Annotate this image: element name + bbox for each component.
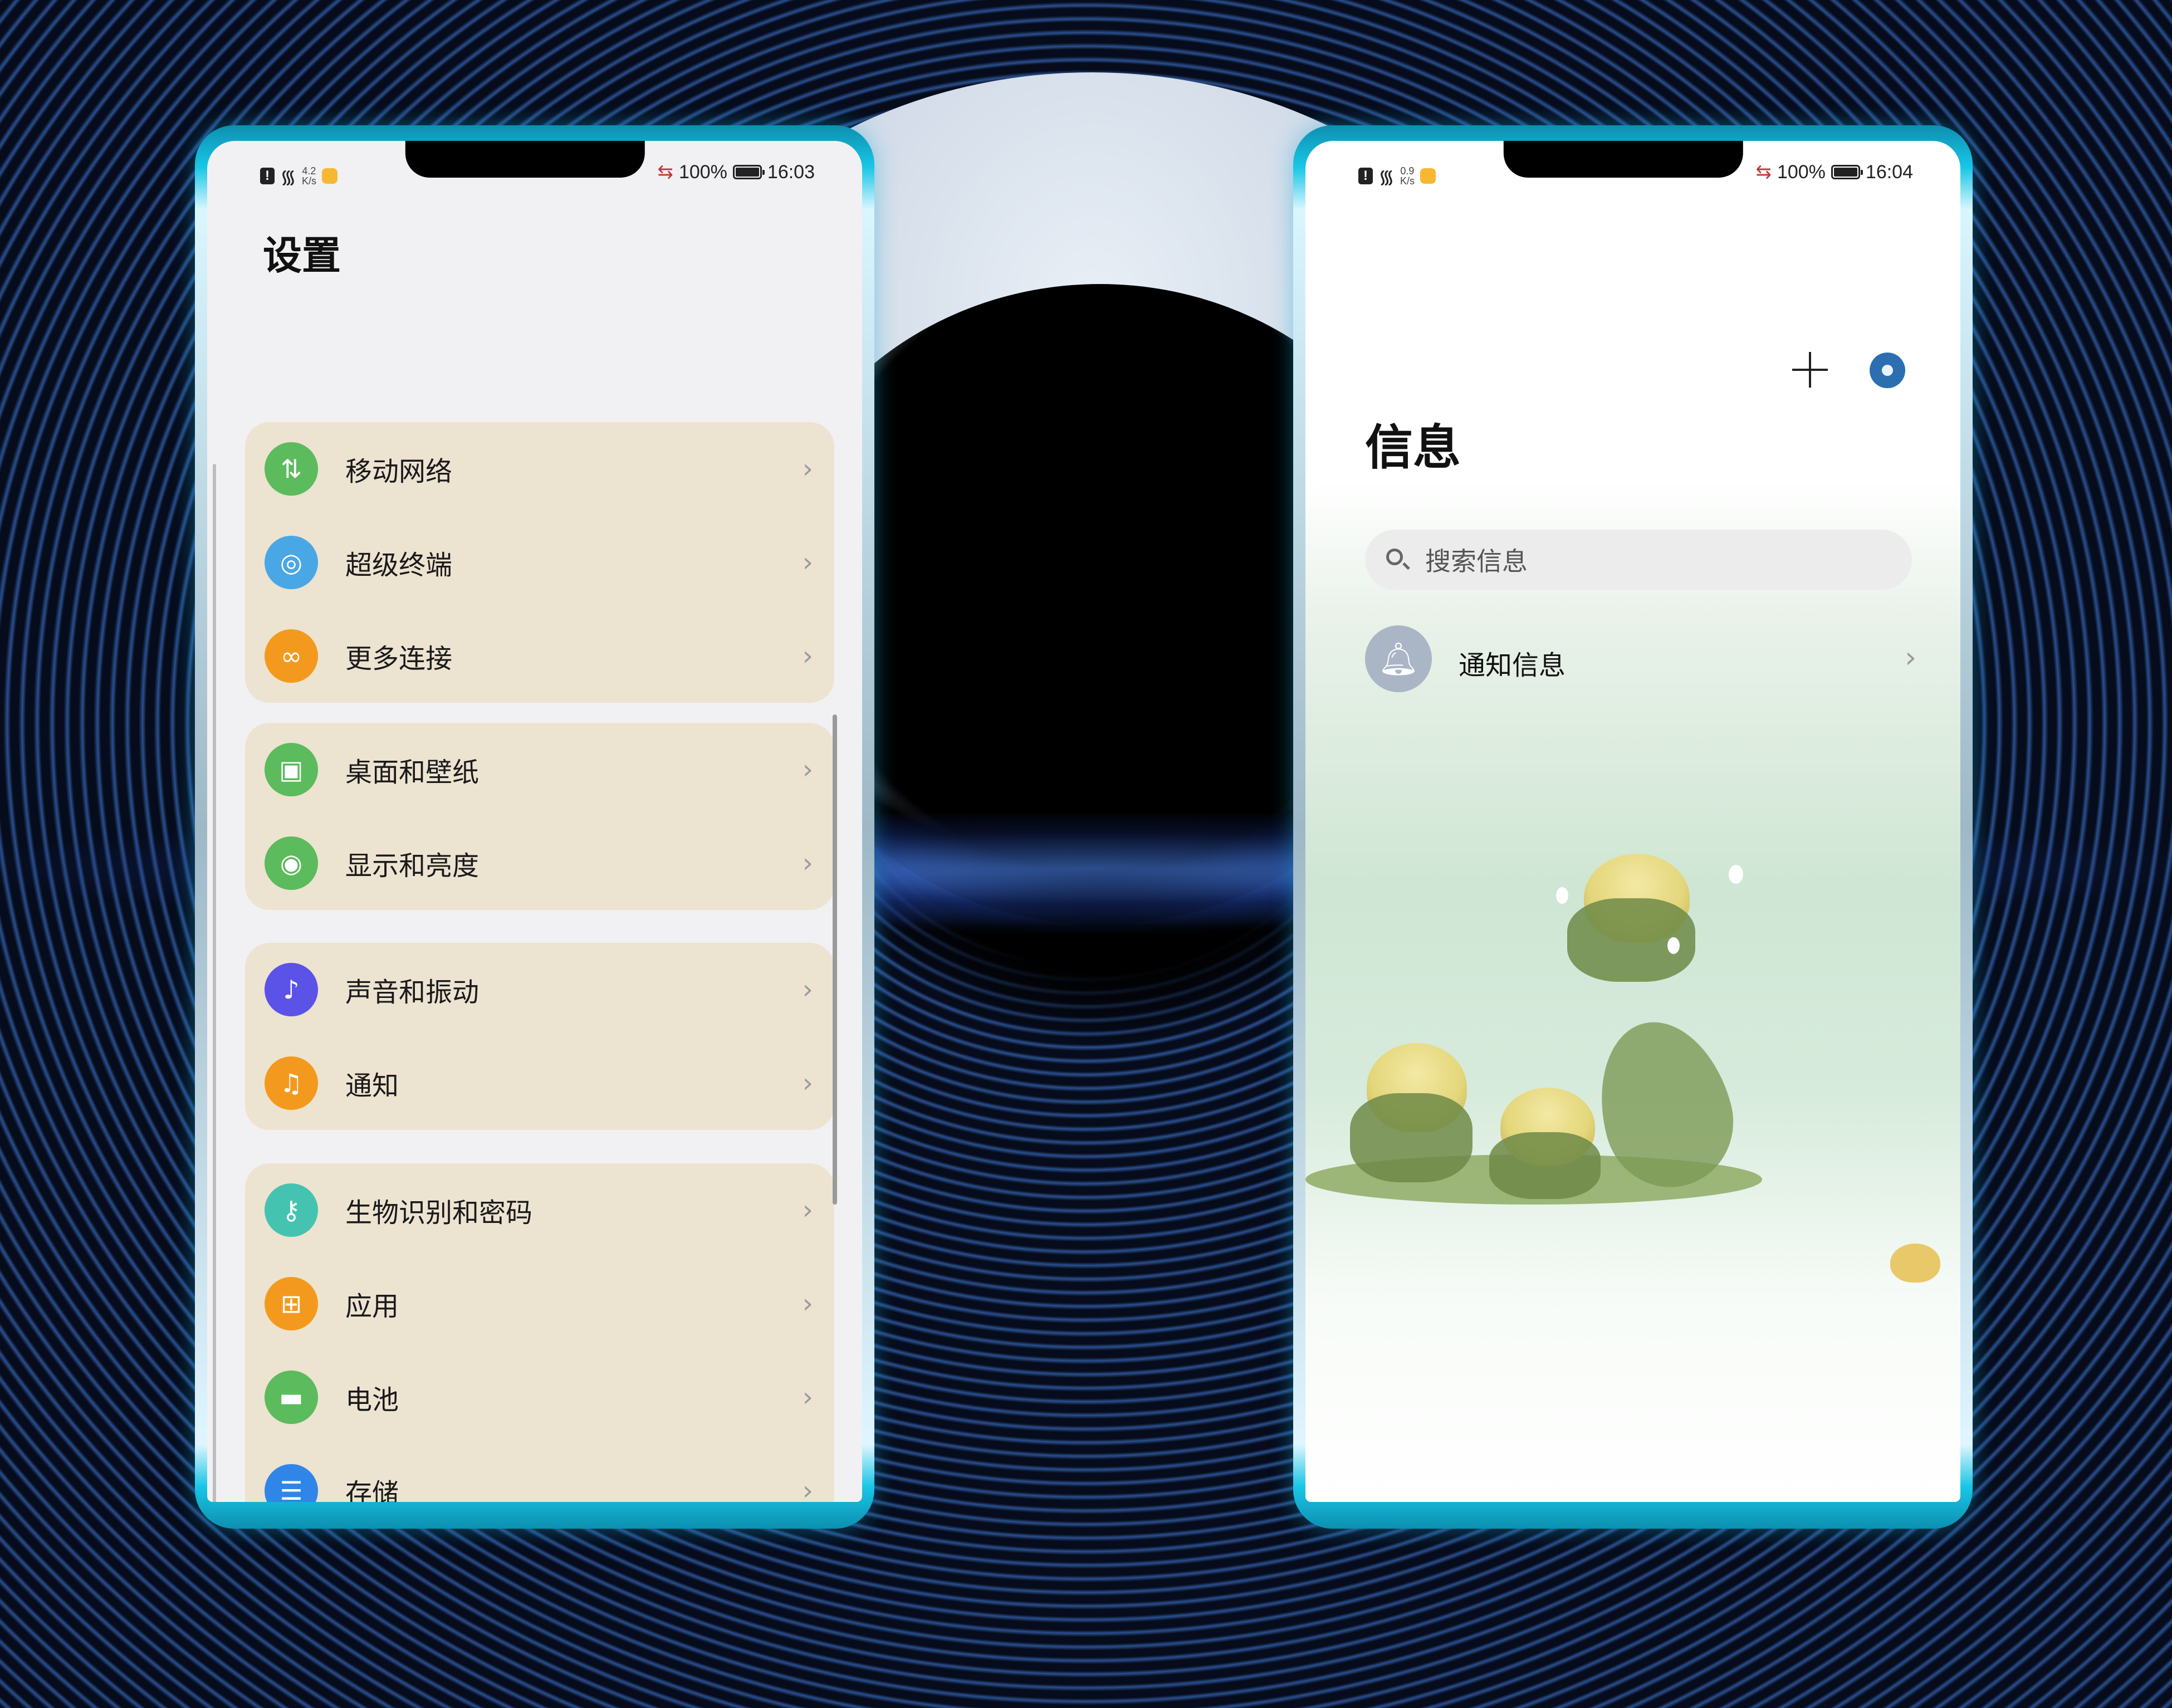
battery-icon: ▬ (265, 1371, 318, 1424)
chevron-right-icon: › (802, 640, 813, 672)
settings-item-storage[interactable]: ☰ 存储 › (245, 1444, 834, 1502)
new-message-plus-icon[interactable] (1790, 350, 1830, 390)
alert-icon: ! (260, 168, 275, 184)
settings-item-apps[interactable]: ⊞ 应用 › (245, 1257, 834, 1350)
network-speed: 0.9 K/s (1400, 165, 1415, 187)
eye-icon: ◉ (265, 836, 318, 890)
search-input[interactable]: 搜索信息 (1365, 530, 1912, 590)
wifi-icon: ᯾ (1378, 167, 1395, 188)
settings-item-label: 存储 (345, 1478, 399, 1502)
settings-gear-icon[interactable] (1870, 353, 1905, 388)
settings-group-connectivity: ⇅ 移动网络 › ◎ 超级终端 › ∞ 更多连接 › (245, 422, 834, 703)
mobile-network-icon: ⇅ (265, 442, 318, 496)
settings-item-label: 更多连接 (345, 643, 453, 674)
settings-group-display: ▣ 桌面和壁纸 › ◉ 显示和亮度 › (245, 723, 834, 910)
notification-label: 通知信息 (1459, 650, 1566, 681)
settings-item-sound[interactable]: ♪ 声音和振动 › (245, 943, 834, 1036)
battery-percent: 100% (678, 161, 727, 183)
data-transfer-icon: ⇆ (1755, 161, 1772, 183)
settings-item-more-connections[interactable]: ∞ 更多连接 › (245, 609, 834, 703)
settings-item-label: 应用 (345, 1291, 399, 1322)
search-placeholder: 搜索信息 (1425, 546, 1528, 576)
super-device-icon: ◎ (265, 536, 318, 589)
search-icon (1386, 549, 1403, 565)
storage-icon: ☰ (265, 1464, 318, 1502)
notification-messages-item[interactable]: 🔔︎ 通知信息 › (1365, 625, 1916, 698)
settings-screen: ! ᯾ 4.2 K/s ⇆ 100% 16:03 设置 ⇅ 移动网络 › ◎ 超… (207, 141, 862, 1502)
data-transfer-icon: ⇆ (657, 161, 673, 183)
settings-item-label: 桌面和壁纸 (345, 757, 480, 788)
left-phone-settings: ! ᯾ 4.2 K/s ⇆ 100% 16:03 设置 ⇅ 移动网络 › ◎ 超… (195, 125, 874, 1529)
settings-item-label: 生物识别和密码 (345, 1197, 533, 1229)
settings-item-label: 通知 (345, 1070, 399, 1102)
settings-item-label: 电池 (345, 1384, 399, 1416)
bell-icon: 🔔︎ (1365, 625, 1432, 692)
settings-group-sound: ♪ 声音和振动 › ♫ 通知 › (245, 943, 834, 1130)
screen-edge (213, 464, 216, 1502)
network-speed: 4.2 K/s (301, 165, 316, 187)
speaker-icon: ♪ (265, 963, 318, 1016)
chevron-right-icon: › (802, 848, 813, 879)
settings-item-display[interactable]: ◉ 显示和亮度 › (245, 816, 834, 910)
chevron-right-icon: › (802, 1195, 813, 1226)
settings-item-notifications[interactable]: ♫ 通知 › (245, 1036, 834, 1130)
app-notification-icon (321, 168, 337, 184)
app-notification-icon (1420, 168, 1436, 184)
settings-item-biometrics[interactable]: ⚷ 生物识别和密码 › (245, 1163, 834, 1257)
messages-screen: ! ᯾ 0.9 K/s ⇆ 100% 16:04 信息 搜索信息 � (1305, 141, 1960, 1502)
battery-percent: 100% (1777, 161, 1826, 183)
battery-icon (732, 165, 765, 179)
chevron-right-icon: › (802, 754, 813, 785)
chevron-right-icon: › (802, 974, 813, 1005)
battery-icon (1831, 165, 1863, 179)
chevron-right-icon: › (802, 1068, 813, 1099)
settings-item-wallpaper[interactable]: ▣ 桌面和壁纸 › (245, 723, 834, 816)
alert-icon: ! (1358, 168, 1373, 184)
status-bar: ! ᯾ 0.9 K/s ⇆ 100% 16:04 (1305, 141, 1960, 202)
page-title: 信息 (1365, 420, 1461, 476)
chevron-right-icon: › (802, 547, 813, 578)
settings-item-label: 声音和振动 (345, 977, 480, 1008)
link-icon: ∞ (265, 629, 318, 683)
settings-item-battery[interactable]: ▬ 电池 › (245, 1350, 834, 1444)
apps-icon: ⊞ (265, 1277, 318, 1330)
chevron-right-icon: › (802, 1475, 813, 1502)
status-bar: ! ᯾ 4.2 K/s ⇆ 100% 16:03 (207, 141, 862, 202)
settings-item-mobile-network[interactable]: ⇅ 移动网络 › (245, 422, 834, 516)
bell-icon: ♫ (265, 1056, 318, 1110)
settings-item-label: 显示和亮度 (345, 850, 480, 882)
settings-item-super-device[interactable]: ◎ 超级终端 › (245, 516, 834, 609)
clock: 16:04 (1865, 161, 1913, 183)
settings-item-label: 超级终端 (345, 550, 453, 581)
clock: 16:03 (767, 161, 815, 183)
chevron-right-icon: › (802, 453, 813, 484)
wallpaper-icon: ▣ (265, 743, 318, 796)
chevron-right-icon: › (802, 1288, 813, 1319)
wifi-icon: ᯾ (280, 167, 296, 188)
chevron-right-icon: › (1905, 641, 1916, 674)
chevron-right-icon: › (802, 1382, 813, 1413)
key-icon: ⚷ (265, 1183, 318, 1237)
settings-group-security: ⚷ 生物识别和密码 › ⊞ 应用 › ▬ 电池 › ☰ 存储 › ✓ 安全 (245, 1163, 834, 1502)
page-title: 设置 (263, 233, 341, 278)
right-phone-messages: ! ᯾ 0.9 K/s ⇆ 100% 16:04 信息 搜索信息 � (1293, 125, 1973, 1529)
zongzi-illustration (1305, 753, 1960, 1283)
settings-item-label: 移动网络 (345, 456, 453, 487)
scrollbar[interactable] (833, 714, 837, 1205)
